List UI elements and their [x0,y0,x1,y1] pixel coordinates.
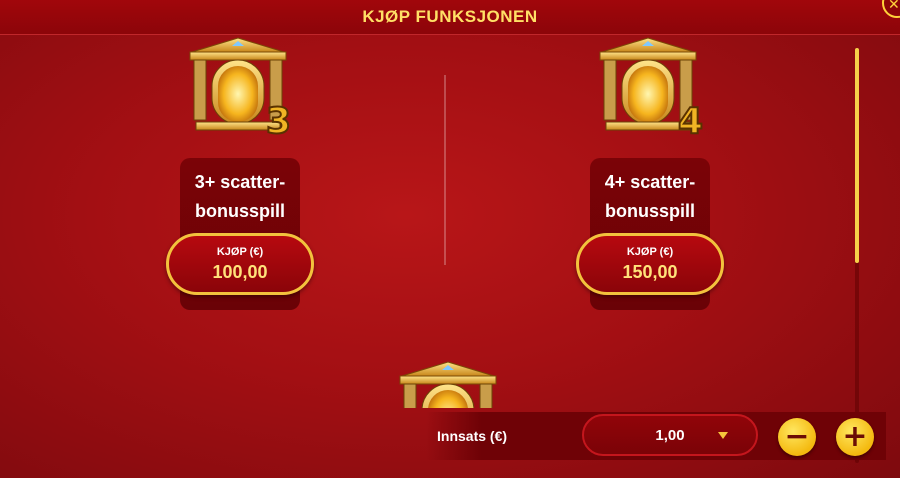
scatter-count-badge: 4 [677,101,704,142]
buy-button[interactable]: KJØP (€) 150,00 [576,233,724,295]
chevron-down-icon [718,432,728,439]
temple-icon: 3 [186,36,292,141]
temple-icon [384,360,512,408]
increase-bet-button[interactable]: + [836,418,874,456]
decrease-bet-button[interactable]: − [778,418,816,456]
buy-price: 150,00 [622,261,678,282]
header-bar: KJØP FUNKSJONEN [0,0,900,35]
plus-icon: + [842,419,868,454]
buy-label: KJØP (€) [626,245,674,258]
buy-price: 100,00 [212,261,268,282]
column-divider [444,75,446,265]
bet-label: Innsats (€) [437,428,508,444]
buy-label: KJØP (€) [216,245,264,258]
bet-dropdown[interactable]: 1,00 [582,414,758,456]
minus-icon: − [784,419,810,454]
offer-title: 3+ scatter- bonusspill [194,172,286,221]
scrollbar-thumb[interactable] [855,48,859,263]
buy-button[interactable]: KJØP (€) 100,00 [166,233,314,295]
page-title: KJØP FUNKSJONEN [362,7,538,26]
bet-value: 1,00 [655,426,685,444]
temple-icon: 4 [596,36,704,141]
offer-title: 4+ scatter- bonusspill [604,172,696,221]
close-icon: ✕ [888,0,900,12]
scatter-count-badge: 3 [265,101,292,142]
